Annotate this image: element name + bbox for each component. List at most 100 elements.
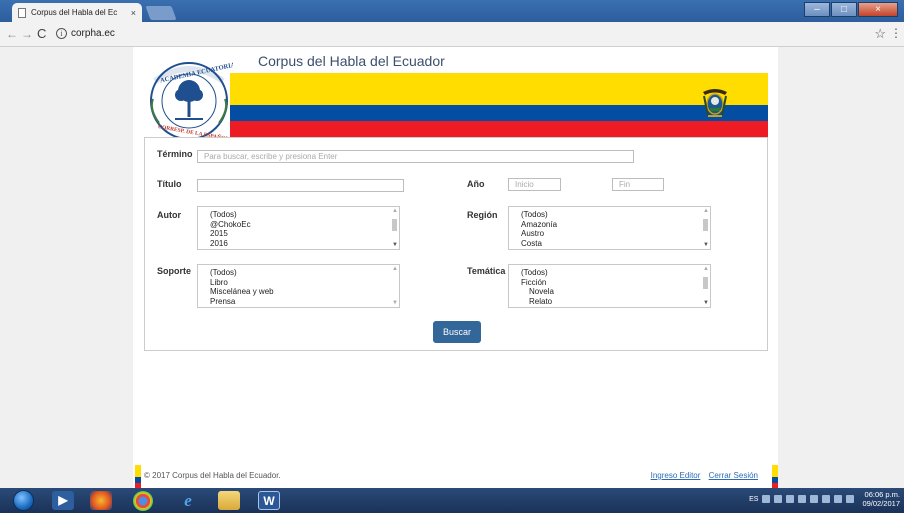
start-button[interactable]: [13, 490, 34, 511]
autor-listbox[interactable]: (Todos) @ChokoEc 2015 2016 ▲ ▼: [197, 206, 400, 250]
wifi-icon[interactable]: [822, 495, 831, 503]
clock-date: 09/02/2017: [862, 499, 900, 508]
tematica-scrollbar[interactable]: ▲ ▼: [701, 265, 710, 307]
soporte-option[interactable]: Miscelánea y web: [210, 287, 274, 297]
scroll-up-icon[interactable]: ▲: [392, 208, 398, 214]
search-form: Término Para buscar, escribe y presiona …: [144, 137, 768, 351]
scroll-thumb[interactable]: [703, 277, 708, 289]
region-scrollbar[interactable]: ▲ ▼: [701, 207, 710, 249]
autor-option[interactable]: 2016: [210, 239, 251, 249]
flag-icon[interactable]: [810, 495, 819, 503]
titulo-label: Título: [157, 179, 182, 189]
soporte-label: Soporte: [157, 266, 192, 276]
tab-title: Corpus del Habla del Ec: [31, 8, 118, 17]
folder-icon[interactable]: [218, 491, 240, 510]
autor-option[interactable]: @ChokoEc: [210, 220, 251, 230]
soporte-listbox[interactable]: (Todos) Libro Miscelánea y web Prensa ▲ …: [197, 264, 400, 308]
menu-icon[interactable]: ⋮: [890, 26, 902, 40]
maximize-button[interactable]: □: [831, 2, 857, 17]
region-option[interactable]: Austro: [521, 229, 557, 239]
region-label: Región: [467, 210, 498, 220]
new-tab-button[interactable]: [145, 6, 177, 20]
region-option[interactable]: Costa: [521, 239, 557, 249]
scroll-down-icon[interactable]: ▼: [703, 300, 709, 306]
clock[interactable]: 06:06 p.m. 09/02/2017: [862, 490, 900, 508]
signal-icon[interactable]: [846, 495, 855, 503]
info-icon[interactable]: i: [56, 28, 67, 39]
autor-option[interactable]: 2015: [210, 229, 251, 239]
tematica-option[interactable]: Relato: [521, 297, 554, 307]
system-tray: ES 06:06 p.m. 09/02/2017: [749, 490, 900, 508]
anio-fin-input[interactable]: Fin: [612, 178, 664, 191]
coat-of-arms-icon: [703, 89, 727, 117]
network-icon[interactable]: [786, 495, 795, 503]
soporte-option[interactable]: Libro: [210, 278, 274, 288]
url-field[interactable]: corpha.ec: [71, 28, 115, 39]
scroll-up-icon[interactable]: ▲: [703, 266, 709, 272]
tematica-label: Temática: [467, 266, 506, 276]
back-icon[interactable]: ←: [6, 27, 18, 41]
scroll-down-icon[interactable]: ▼: [392, 242, 398, 248]
reload-icon[interactable]: C: [37, 26, 46, 41]
scroll-down-icon[interactable]: ▼: [392, 300, 398, 306]
keyboard-icon[interactable]: [762, 495, 771, 503]
soporte-option[interactable]: Prensa: [210, 297, 274, 307]
clock-time: 06:06 p.m.: [864, 490, 900, 499]
soporte-option[interactable]: (Todos): [210, 268, 274, 278]
word-icon[interactable]: W: [258, 491, 280, 510]
minimize-button[interactable]: –: [804, 2, 830, 17]
scroll-up-icon[interactable]: ▲: [703, 208, 709, 214]
anio-label: Año: [467, 179, 485, 189]
titulo-input[interactable]: [197, 179, 404, 192]
media-player-icon[interactable]: ▶: [52, 491, 74, 510]
page-viewport: Corpus del Habla del Ecuador ACADEMIA EC…: [0, 47, 904, 489]
autor-option[interactable]: (Todos): [210, 210, 251, 220]
flag-stripe-blue: [230, 105, 768, 121]
site-title: Corpus del Habla del Ecuador: [258, 53, 445, 69]
cerrar-sesion-link[interactable]: Cerrar Sesión: [709, 471, 758, 480]
language-indicator[interactable]: ES: [749, 496, 758, 503]
autor-scrollbar[interactable]: ▲ ▼: [390, 207, 399, 249]
tematica-option[interactable]: (Todos): [521, 268, 554, 278]
footer-flag-left: [135, 465, 141, 489]
scroll-thumb[interactable]: [703, 219, 708, 231]
autor-label: Autor: [157, 210, 181, 220]
tematica-listbox[interactable]: (Todos) Ficción Novela Relato ▲ ▼: [508, 264, 711, 308]
scroll-thumb[interactable]: [392, 219, 397, 231]
region-option[interactable]: (Todos): [521, 210, 557, 220]
page-icon: [18, 7, 26, 18]
scroll-down-icon[interactable]: ▼: [703, 242, 709, 248]
anio-inicio-input[interactable]: Inicio: [508, 178, 561, 191]
footer-copyright: © 2017 Corpus del Habla del Ecuador.: [144, 471, 281, 480]
tematica-option[interactable]: Ficción: [521, 278, 554, 288]
ingreso-editor-link[interactable]: Ingreso Editor: [651, 471, 701, 480]
footer-flag-right: [772, 465, 778, 489]
flag-stripe-yellow: [230, 73, 768, 105]
flag-banner: [230, 73, 768, 137]
close-icon[interactable]: ×: [131, 8, 136, 18]
termino-input[interactable]: Para buscar, escribe y presiona Enter: [197, 150, 634, 163]
region-listbox[interactable]: (Todos) Amazonía Austro Costa ▲ ▼: [508, 206, 711, 250]
forward-icon[interactable]: →: [21, 27, 33, 41]
firefox-icon[interactable]: [90, 491, 112, 510]
flag-stripe-red: [230, 121, 768, 137]
soporte-scrollbar[interactable]: ▲ ▼: [390, 265, 399, 307]
ie-icon[interactable]: e: [177, 491, 199, 510]
browser-titlebar: Corpus del Habla del Ec × – □ ×: [0, 0, 904, 22]
chrome-icon[interactable]: [133, 491, 153, 511]
tematica-option[interactable]: Novela: [521, 287, 554, 297]
browser-tab[interactable]: Corpus del Habla del Ec ×: [12, 3, 142, 22]
page-container: Corpus del Habla del Ecuador ACADEMIA EC…: [133, 47, 778, 488]
termino-label: Término: [157, 149, 193, 159]
window-controls: – □ ×: [804, 2, 898, 17]
window-close-button[interactable]: ×: [858, 2, 898, 17]
search-icon[interactable]: [774, 495, 783, 503]
star-icon[interactable]: ☆: [874, 26, 886, 42]
buscar-button[interactable]: Buscar: [433, 321, 481, 343]
scroll-up-icon[interactable]: ▲: [392, 266, 398, 272]
windows-taskbar: ▶ e W ES 06:06 p.m. 09/02/2017: [0, 488, 904, 513]
chat-icon[interactable]: [798, 495, 807, 503]
academy-seal-logo: ACADEMIA ECUATORIANA CORRESP. DE LA ESPA…: [150, 60, 233, 143]
region-option[interactable]: Amazonía: [521, 220, 557, 230]
volume-icon[interactable]: [834, 495, 843, 503]
